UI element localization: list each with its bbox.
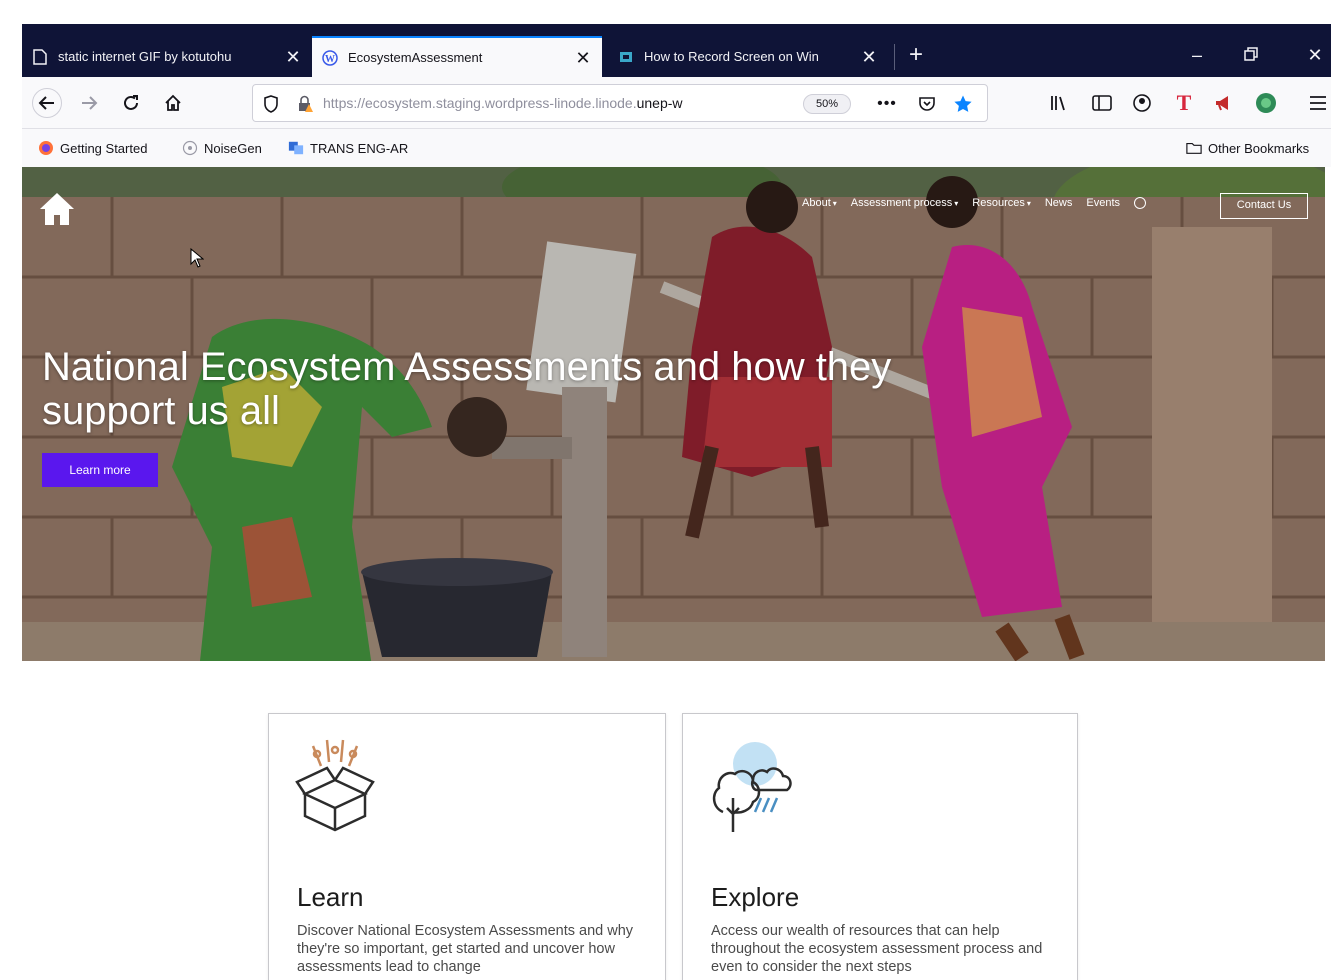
bookmark-noisegen[interactable]: NoiseGen [182,139,262,157]
reload-button[interactable] [116,88,146,118]
extension-green-icon[interactable] [1254,91,1278,115]
megaphone-icon[interactable] [1212,91,1236,115]
bookmark-star-icon[interactable] [953,94,973,114]
tab-title: EcosystemAssessment [348,50,483,65]
tab-title: static internet GIF by kotutohu [58,49,232,64]
tab-divider [894,44,895,70]
library-icon[interactable] [1048,91,1072,115]
nav-resources[interactable]: Resources ▾ [972,197,1031,209]
nav-label: Assessment process [850,197,953,209]
extension-t-icon[interactable]: T [1172,90,1196,115]
chevron-down-icon: ▾ [832,199,837,208]
tab-record-screen[interactable]: How to Record Screen on Win ✕ [608,36,888,77]
nav-label: About [802,197,831,209]
card-title: Explore [711,882,800,912]
contact-us-button[interactable]: Contact Us [1220,193,1308,219]
explore-card[interactable]: Explore Access our wealth of resources t… [682,713,1078,980]
page-actions-icon[interactable]: ••• [877,94,897,114]
home-button[interactable] [158,88,188,118]
bookmark-label: TRANS ENG-AR [310,140,409,156]
url-bar[interactable]: https://ecosystem.staging.wordpress-lino… [252,84,988,122]
bookmark-trans-eng-ar[interactable]: TRANS ENG-AR [288,139,408,157]
bookmark-label: NoiseGen [204,140,262,156]
bookmark-label: Getting Started [60,140,148,156]
sidebar-icon[interactable] [1090,91,1114,115]
svg-text:W: W [325,54,335,65]
back-button[interactable] [32,88,62,118]
menu-icon[interactable] [1306,91,1330,115]
nav-label: Resources [972,197,1025,209]
chevron-down-icon: ▾ [1026,199,1031,208]
close-icon[interactable]: ✕ [574,49,592,67]
new-tab-button[interactable]: + [902,42,930,70]
close-window-button[interactable]: ✕ [1300,42,1330,68]
lock-warning-icon[interactable] [295,94,315,114]
site-navigation: About ▾ Assessment process ▾ Resources ▾ Ne… [802,197,1147,209]
screen-top-strip [0,0,1331,24]
hero-banner: About ▾ Assessment process ▾ Resources ▾ Ne… [22,167,1325,661]
bookmark-getting-started[interactable]: Getting Started [38,139,147,157]
card-description: Discover National Ecosystem Assessments … [297,923,634,975]
close-icon[interactable]: ✕ [860,48,878,66]
firefox-icon [38,140,54,156]
minimize-button[interactable]: – [1182,42,1212,68]
folder-icon [1186,140,1202,156]
nav-assessment-process[interactable]: Assessment process ▾ [851,197,959,209]
hero-title: National Ecosystem Assessments and how t… [42,345,892,433]
close-icon[interactable]: ✕ [284,48,302,66]
learn-card[interactable]: Learn Discover National Ecosystem Assess… [268,713,666,980]
other-bookmarks[interactable]: Other Bookmarks [1186,139,1309,157]
noisegen-icon [182,140,198,156]
card-description: Access our wealth of resources that can … [711,923,1043,975]
open-box-icon [295,736,375,836]
account-icon[interactable] [1130,91,1154,115]
tab-gif[interactable]: static internet GIF by kotutohu ✕ [22,36,312,77]
site-icon [618,49,634,65]
bookmark-label: Other Bookmarks [1208,140,1310,156]
tree-weather-icon [709,736,792,836]
navigation-toolbar: https://ecosystem.staging.wordpress-lino… [22,77,1331,129]
shield-icon[interactable] [261,94,281,114]
page-icon [32,48,48,65]
mouse-cursor-icon [190,248,204,268]
learn-more-button[interactable]: Learn more [42,453,158,487]
wordpress-icon: W [322,49,338,66]
web-page: About ▾ Assessment process ▾ Resources ▾ Ne… [22,167,1331,980]
tab-title: How to Record Screen on Win [644,49,819,64]
zoom-level-badge[interactable]: 50% [803,94,851,114]
tab-bar: static internet GIF by kotutohu ✕ W Ecos… [22,24,1331,77]
search-icon[interactable] [1134,197,1147,209]
card-title: Learn [297,882,364,912]
browser-window: static internet GIF by kotutohu ✕ W Ecos… [22,24,1331,980]
url-text[interactable]: https://ecosystem.staging.wordpress-lino… [323,95,793,111]
site-home-icon[interactable] [38,191,76,227]
pocket-icon[interactable] [917,94,937,114]
tab-ecosystem[interactable]: W EcosystemAssessment ✕ [312,36,602,77]
restore-button[interactable] [1236,42,1266,68]
forward-button[interactable] [74,88,104,118]
nav-about[interactable]: About ▾ [802,197,837,209]
bookmarks-toolbar: Getting Started NoiseGen TRANS ENG-AR Ot… [22,129,1331,167]
chevron-down-icon: ▾ [954,199,959,208]
translate-icon [288,140,304,156]
nav-news[interactable]: News [1045,197,1073,209]
nav-events[interactable]: Events [1086,197,1120,209]
